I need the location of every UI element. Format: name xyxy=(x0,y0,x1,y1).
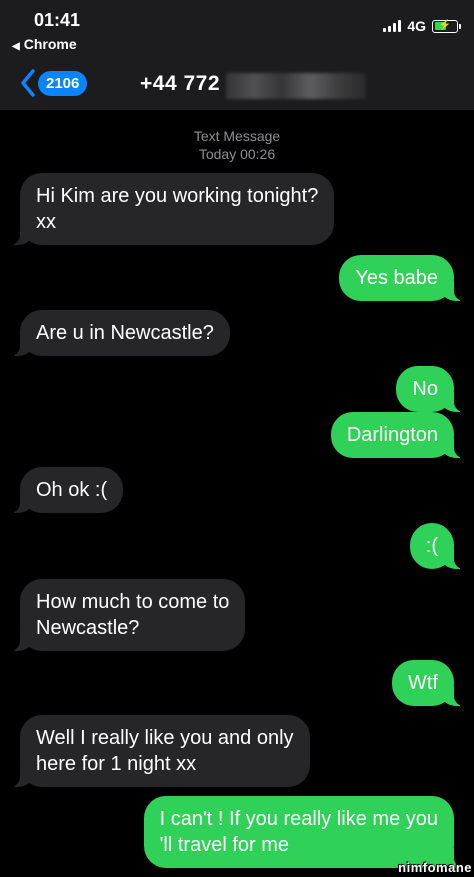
status-time: 01:41 xyxy=(34,10,81,30)
message-bubble-incoming[interactable]: Are u in Newcastle? xyxy=(10,310,230,356)
redacted-number-blur xyxy=(226,73,366,99)
message-bubble-incoming[interactable]: Well I really like you and only here for… xyxy=(10,715,310,787)
thread-timestamp: Today 00:26 xyxy=(198,146,276,162)
unread-count-badge[interactable]: 2106 xyxy=(38,71,88,96)
thread-service-label: Text Message xyxy=(193,128,281,144)
status-bar: 01:41 ◀ Chrome 4G ⚡ xyxy=(0,0,474,60)
back-triangle-icon: ◀ xyxy=(12,41,20,52)
back-chevron-icon[interactable] xyxy=(18,68,40,98)
message-bubble-incoming[interactable]: Oh ok :( xyxy=(9,467,124,513)
message-bubble-outgoing[interactable]: Yes babe xyxy=(339,255,464,301)
signal-bars-icon xyxy=(383,20,402,32)
back-app-label: Chrome xyxy=(23,36,77,52)
watermark: nimfomane xyxy=(398,860,472,875)
message-bubble-outgoing[interactable]: Darlington xyxy=(330,412,465,458)
message-bubble-outgoing[interactable]: No xyxy=(396,366,464,412)
message-bubble-outgoing[interactable]: :( xyxy=(409,523,465,569)
message-bubble-incoming[interactable]: Hi Kim are you working tonight? xx xyxy=(9,173,335,245)
back-to-app-link[interactable]: ◀ Chrome xyxy=(12,36,77,52)
status-indicators: 4G ⚡ xyxy=(383,18,461,34)
message-bubble-outgoing[interactable]: I can't ! If you really like me you 'll … xyxy=(143,796,465,868)
message-bubble-incoming[interactable]: How much to come to Newcastle? xyxy=(9,579,246,651)
battery-charging-icon: ⚡ xyxy=(432,19,461,33)
message-bubble-outgoing[interactable]: Wtf xyxy=(392,660,464,706)
contact-number[interactable]: +44 772 xyxy=(140,72,220,96)
network-type: 4G xyxy=(407,18,426,34)
